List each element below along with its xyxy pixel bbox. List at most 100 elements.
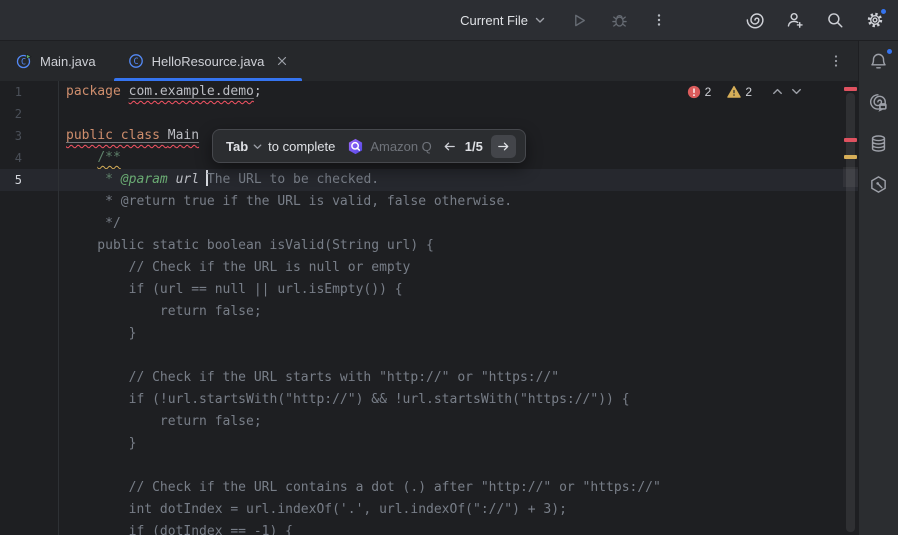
code-line[interactable]: // Check if the URL contains a dot (.) a… bbox=[0, 477, 843, 499]
code-line[interactable]: 2 bbox=[0, 103, 843, 125]
code-segment: public class bbox=[66, 128, 168, 143]
aws-toolkit-button[interactable] bbox=[867, 172, 891, 196]
line-number[interactable]: 3 bbox=[0, 125, 22, 147]
tab-main-java[interactable]: C Main.java bbox=[0, 41, 112, 81]
gutter-separator bbox=[58, 81, 59, 535]
add-user-button[interactable] bbox=[782, 7, 808, 33]
amazon-q-toolbar-button[interactable] bbox=[742, 7, 768, 33]
code-segment: return false; bbox=[66, 414, 262, 429]
code-line[interactable]: } bbox=[0, 433, 843, 455]
suggestion-position: 1/5 bbox=[465, 139, 483, 154]
code-segment: } bbox=[66, 436, 136, 451]
line-number[interactable]: 2 bbox=[0, 103, 22, 125]
notification-dot bbox=[886, 48, 893, 55]
code-line[interactable]: // Check if the URL starts with "http://… bbox=[0, 367, 843, 389]
previous-error-button[interactable] bbox=[770, 84, 785, 99]
code-segment: // Check if the URL is null or empty bbox=[66, 260, 410, 275]
chevron-down-icon bbox=[534, 14, 546, 26]
warning-stripe-mark[interactable] bbox=[844, 155, 857, 159]
java-runnable-class-icon: C bbox=[16, 53, 32, 69]
run-configuration-label: Current File bbox=[460, 13, 528, 28]
bell-icon bbox=[869, 52, 888, 71]
amazon-q-chat-icon bbox=[869, 93, 888, 112]
play-icon bbox=[571, 12, 588, 29]
code-segment: The URL to be checked. bbox=[207, 172, 379, 187]
code-segment: * @return true if the URL is valid, fals… bbox=[66, 194, 512, 209]
code-segment: // Check if the URL starts with "http://… bbox=[66, 370, 559, 385]
code-segment: int dotIndex = url.indexOf('.', url.inde… bbox=[66, 502, 567, 517]
previous-suggestion-button[interactable] bbox=[442, 139, 457, 154]
line-number[interactable]: 1 bbox=[0, 81, 22, 103]
code-line[interactable]: */ bbox=[0, 213, 843, 235]
database-tool-button[interactable] bbox=[867, 131, 891, 155]
code-line[interactable]: if (url == null || url.isEmpty()) { bbox=[0, 279, 843, 301]
search-everywhere-button[interactable] bbox=[822, 7, 848, 33]
code-line[interactable]: } bbox=[0, 323, 843, 345]
right-tool-stripe bbox=[858, 41, 898, 535]
inline-completion-popup: Tab to complete Amazon Q bbox=[212, 129, 526, 163]
code-segment: @param bbox=[121, 172, 176, 187]
main-toolbar: Current File bbox=[0, 0, 898, 41]
more-actions-button[interactable] bbox=[646, 7, 672, 33]
tab-label: HelloResource.java bbox=[152, 54, 265, 69]
tab-label: Main.java bbox=[40, 54, 96, 69]
tab-list-button[interactable] bbox=[828, 53, 844, 69]
editor-scrollbar[interactable] bbox=[843, 81, 858, 535]
tab-helloresource-java[interactable]: C HelloResource.java bbox=[112, 41, 305, 81]
scrollbar-highlight bbox=[843, 167, 858, 187]
code-line[interactable]: return false; bbox=[0, 301, 843, 323]
chevron-down-icon[interactable] bbox=[252, 141, 263, 152]
debug-button[interactable] bbox=[606, 7, 632, 33]
code-segment: return false; bbox=[66, 304, 262, 319]
code-segment: if (dotIndex == -1) { bbox=[66, 524, 293, 535]
error-stripe-mark[interactable] bbox=[844, 138, 857, 142]
run-configuration-selector[interactable]: Current File bbox=[454, 9, 552, 32]
code-line[interactable]: * @return true if the URL is valid, fals… bbox=[0, 191, 843, 213]
editor-tab-bar: C Main.java C HelloResource.java bbox=[0, 41, 858, 81]
error-stripe-mark[interactable] bbox=[844, 87, 857, 91]
code-line[interactable]: int dotIndex = url.indexOf('.', url.inde… bbox=[0, 499, 843, 521]
code-line[interactable]: if (dotIndex == -1) { bbox=[0, 521, 843, 535]
code-segment bbox=[66, 172, 105, 187]
code-line[interactable] bbox=[0, 345, 843, 367]
code-line[interactable] bbox=[0, 455, 843, 477]
error-count: 2 bbox=[705, 85, 712, 99]
run-button[interactable] bbox=[566, 7, 592, 33]
code-line[interactable]: // Check if the URL is null or empty bbox=[0, 257, 843, 279]
line-number[interactable]: 5 bbox=[0, 169, 22, 191]
next-suggestion-button[interactable] bbox=[491, 135, 516, 158]
amazon-q-chat-button[interactable] bbox=[867, 90, 891, 114]
code-segment: url bbox=[176, 172, 207, 187]
tab-key-label: Tab bbox=[226, 139, 248, 154]
code-line[interactable]: return false; bbox=[0, 411, 843, 433]
next-error-button[interactable] bbox=[789, 84, 804, 99]
code-editor[interactable]: 1package com.example.demo;23public class… bbox=[0, 81, 858, 535]
code-segment: ; bbox=[254, 84, 262, 99]
inspections-widget[interactable]: 2 2 bbox=[687, 84, 804, 99]
close-tab-icon[interactable] bbox=[276, 55, 288, 67]
settings-notification-dot bbox=[880, 8, 887, 15]
code-segment: */ bbox=[66, 216, 121, 231]
hexagon-resource-icon bbox=[869, 175, 888, 194]
code-segment: Main bbox=[168, 128, 199, 143]
search-icon bbox=[826, 11, 844, 29]
code-segment: com.example.demo bbox=[129, 84, 254, 99]
line-number[interactable]: 4 bbox=[0, 147, 22, 169]
add-user-icon bbox=[786, 11, 804, 29]
code-segment: } bbox=[66, 326, 136, 341]
code-segment: * bbox=[105, 172, 121, 187]
code-line[interactable]: 5 * @param url The URL to be checked. bbox=[0, 169, 858, 191]
amazon-q-logo-icon bbox=[347, 138, 364, 155]
to-complete-label: to complete bbox=[268, 139, 335, 154]
warning-count: 2 bbox=[745, 85, 752, 99]
svg-text:C: C bbox=[133, 57, 138, 67]
warning-icon bbox=[727, 85, 741, 99]
svg-text:C: C bbox=[21, 58, 26, 68]
provider-label: Amazon Q bbox=[370, 139, 431, 154]
scrollbar-thumb[interactable] bbox=[846, 93, 855, 532]
code-line[interactable]: public static boolean isValid(String url… bbox=[0, 235, 843, 257]
code-line[interactable]: if (!url.startsWith("http://") && !url.s… bbox=[0, 389, 843, 411]
settings-button[interactable] bbox=[862, 7, 888, 33]
error-icon bbox=[687, 85, 701, 99]
notifications-button[interactable] bbox=[867, 49, 891, 73]
